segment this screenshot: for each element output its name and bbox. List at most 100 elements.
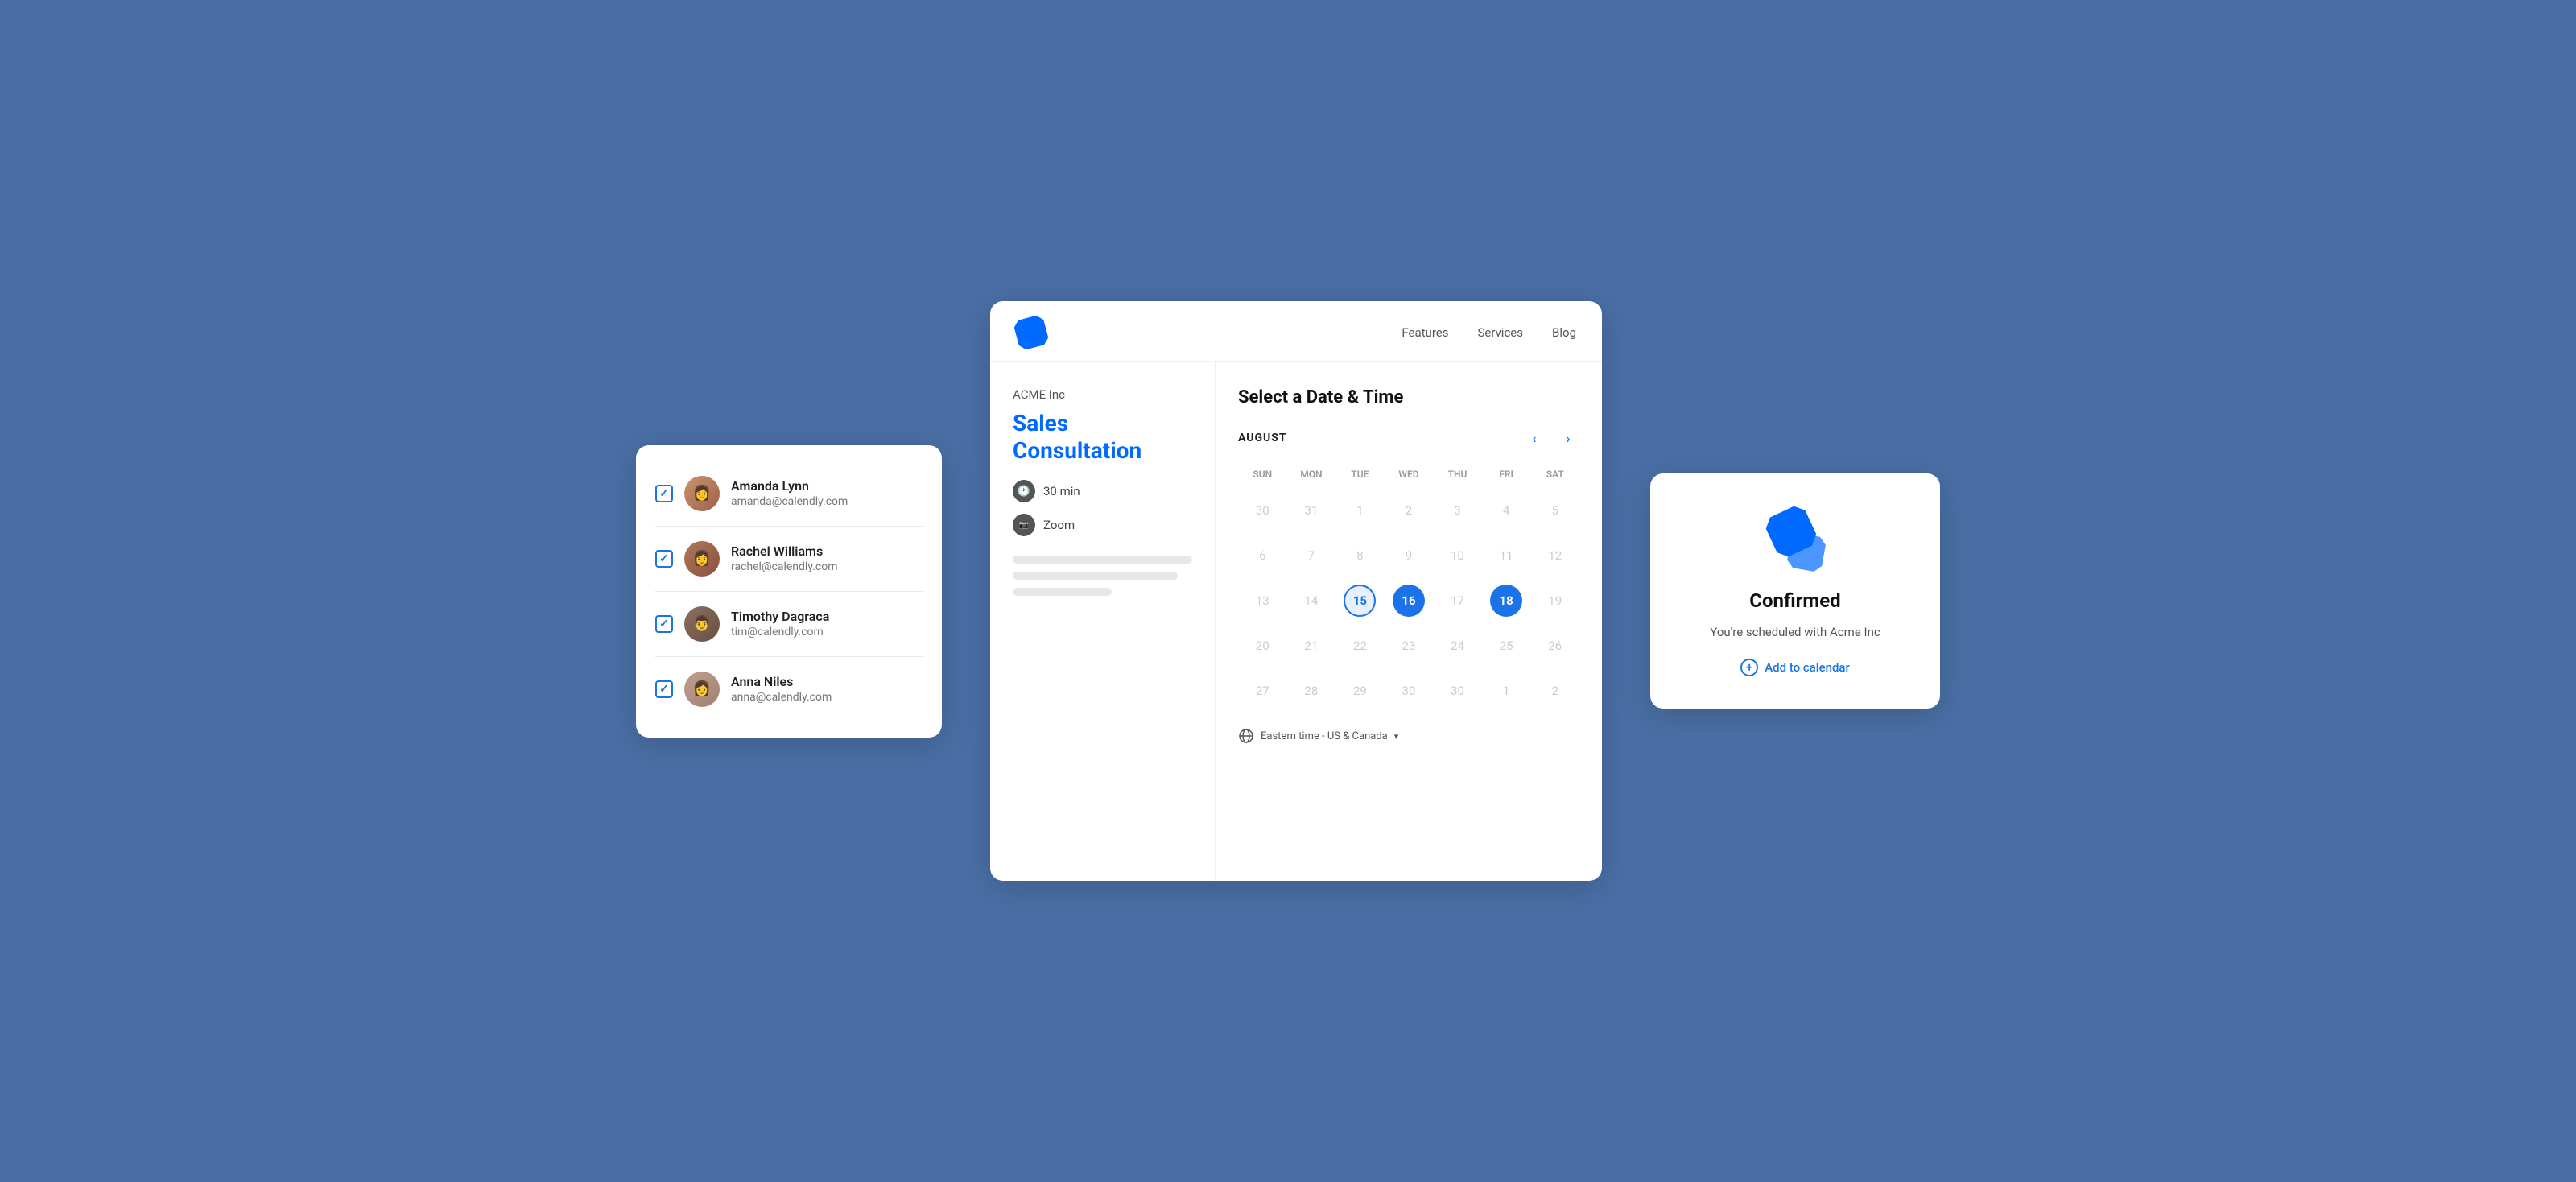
calendar-week-3: 13 14 15 16 17 18 19 [1238,580,1579,622]
nav-services[interactable]: Services [1477,325,1523,340]
contact-email-rachel: rachel@calendly.com [731,560,923,573]
timezone-dropdown-arrow: ▾ [1394,731,1399,742]
prev-month-button[interactable]: ‹ [1523,427,1546,449]
cal-day-23: 23 [1393,630,1425,662]
contact-info-amanda: Amanda Lynn amanda@calendly.com [731,478,923,508]
cal-day-19: 19 [1539,585,1571,617]
cal-day-2-next: 2 [1539,675,1571,707]
duration-text: 30 min [1043,484,1080,498]
confirmed-panel: Confirmed You're scheduled with Acme Inc… [1650,473,1940,709]
cal-day-30-prev: 30 [1246,494,1278,527]
day-header-sat: SAT [1530,465,1579,483]
nav-arrows: ‹ › [1523,427,1579,449]
cal-day-28: 28 [1295,675,1327,707]
contact-item-anna: 👩 Anna Niles anna@calendly.com [655,657,923,721]
skeleton-line-2 [1013,572,1178,580]
next-month-button[interactable]: › [1557,427,1579,449]
contact-name-timothy: Timothy Dagraca [731,609,923,624]
cal-day-22: 22 [1344,630,1376,662]
cal-day-30: 30 [1393,675,1425,707]
cal-day-9: 9 [1393,539,1425,572]
day-header-sun: SUN [1238,465,1287,483]
cal-day-18[interactable]: 18 [1490,585,1522,617]
checkbox-amanda[interactable] [655,485,673,502]
day-header-wed: WED [1385,465,1434,483]
avatar-rachel: 👩 [684,541,720,577]
cal-day-11: 11 [1490,539,1522,572]
cal-day-15[interactable]: 15 [1344,585,1376,617]
cal-day-27: 27 [1246,675,1278,707]
day-header-fri: FRI [1482,465,1531,483]
company-name: ACME Inc [1013,387,1192,402]
contact-item-amanda: 👩 Amanda Lynn amanda@calendly.com [655,461,923,527]
zoom-icon: 📷 [1013,514,1035,536]
booking-panel: Features Services Blog ACME Inc Sales Co… [990,301,1602,881]
booking-body: ACME Inc Sales Consultation 🕐 30 min 📷 Z… [990,362,1602,881]
contact-panel: 👩 Amanda Lynn amanda@calendly.com 👩 Rach… [636,445,942,738]
event-title: Sales Consultation [1013,410,1192,464]
contact-email-amanda: amanda@calendly.com [731,495,923,508]
cal-day-1-next: 1 [1490,675,1522,707]
confirmed-subtitle: You're scheduled with Acme Inc [1710,625,1880,639]
contact-name-amanda: Amanda Lynn [731,478,923,494]
calendar-nav: AUGUST ‹ › [1238,427,1579,449]
contact-item-rachel: 👩 Rachel Williams rachel@calendly.com [655,527,923,592]
cal-day-17: 17 [1442,585,1474,617]
calendar-header-row: SUN MON TUE WED THU FRI SAT [1238,465,1579,483]
timezone-row[interactable]: Eastern time - US & Canada ▾ [1238,728,1579,744]
cal-day-16[interactable]: 16 [1393,585,1425,617]
cal-day-26: 26 [1539,630,1571,662]
cal-day-7: 7 [1295,539,1327,572]
calendar-week-1: 30 31 1 2 3 4 5 [1238,490,1579,531]
cal-day-12: 12 [1539,539,1571,572]
contact-name-rachel: Rachel Williams [731,543,923,559]
day-header-tue: TUE [1335,465,1385,483]
contact-name-anna: Anna Niles [731,674,923,689]
globe-icon [1238,728,1254,744]
cal-day-31-prev: 31 [1295,494,1327,527]
logo-shape [1013,314,1051,352]
day-header-mon: MON [1287,465,1336,483]
checkbox-anna[interactable] [655,680,673,698]
contact-info-anna: Anna Niles anna@calendly.com [731,674,923,704]
cal-day-8: 8 [1344,539,1376,572]
calendar-grid: SUN MON TUE WED THU FRI SAT 30 31 1 2 3 … [1238,465,1579,712]
nav-features[interactable]: Features [1402,325,1448,340]
contact-email-timothy: tim@calendly.com [731,626,923,639]
skeleton-line-3 [1013,588,1112,596]
confirmed-logo [1763,506,1827,570]
cal-day-6: 6 [1246,539,1278,572]
day-header-thu: THU [1433,465,1482,483]
confirmed-title: Confirmed [1749,589,1840,612]
cal-day-13: 13 [1246,585,1278,617]
calendar-week-4: 20 21 22 23 24 25 26 [1238,625,1579,667]
cal-day-25: 25 [1490,630,1522,662]
nav-blog[interactable]: Blog [1552,325,1576,340]
logo-shape-2 [1786,532,1827,573]
add-to-calendar-button[interactable]: + Add to calendar [1740,659,1850,676]
avatar-anna: 👩 [684,672,720,707]
avatar-amanda: 👩 [684,476,720,511]
cal-day-20: 20 [1246,630,1278,662]
contact-info-timothy: Timothy Dagraca tim@calendly.com [731,609,923,639]
cal-day-4: 4 [1490,494,1522,527]
month-label: AUGUST [1238,432,1287,444]
cal-day-10: 10 [1442,539,1474,572]
cal-day-21: 21 [1295,630,1327,662]
booking-left: ACME Inc Sales Consultation 🕐 30 min 📷 Z… [990,362,1216,881]
duration-detail: 🕐 30 min [1013,480,1192,502]
cal-day-24: 24 [1442,630,1474,662]
contact-email-anna: anna@calendly.com [731,691,923,704]
add-to-calendar-label: Add to calendar [1765,660,1850,675]
skeleton-lines [1013,556,1192,596]
checkbox-timothy[interactable] [655,615,673,633]
clock-icon: 🕐 [1013,480,1035,502]
cal-day-30b: 30 [1442,675,1474,707]
calendly-logo [1016,317,1046,348]
cal-day-29: 29 [1344,675,1376,707]
checkbox-rachel[interactable] [655,550,673,568]
add-to-calendar-icon: + [1740,659,1758,676]
calendar-title: Select a Date & Time [1238,387,1579,407]
platform-detail: 📷 Zoom [1013,514,1192,536]
booking-header: Features Services Blog [990,301,1602,362]
